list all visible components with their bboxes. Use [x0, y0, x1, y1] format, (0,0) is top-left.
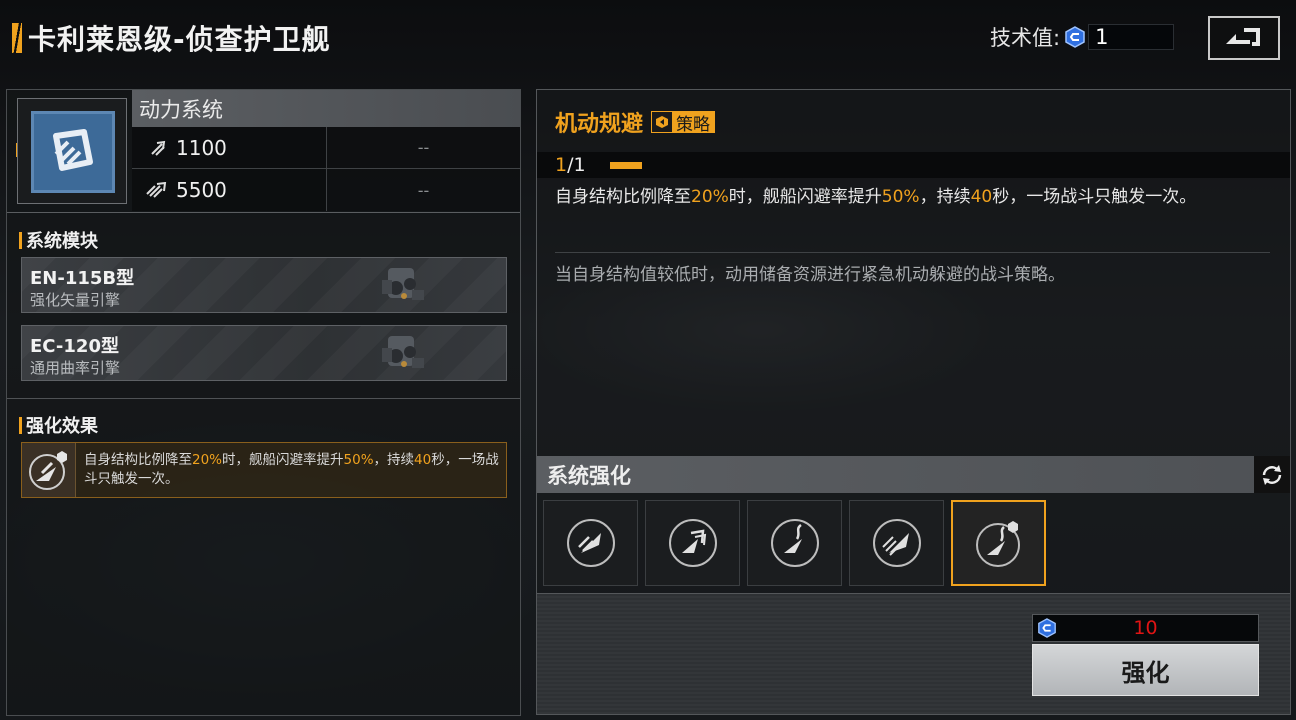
module-card[interactable]: EN-115B型 强化矢量引擎 — [21, 257, 507, 313]
stat-value: 5500 — [176, 178, 227, 202]
refresh-icon — [1262, 464, 1282, 485]
effect-card: 自身结构比例降至20%时，舰船闪避率提升50%，持续40秒，一场战斗只触发一次。 — [21, 442, 507, 498]
skill-panel: 机动规避 策略 1/1 自身结构比例降至20%时，舰船闪避率提升50%，持续40… — [536, 89, 1291, 715]
strategy-icon — [652, 112, 673, 132]
level-current: 1 — [555, 154, 568, 176]
skill-flavor-text: 当自身结构值较低时，动用储备资源进行紧急机动躲避的战斗策略。 — [555, 265, 1065, 285]
upgrade-area: 10 强化 — [537, 593, 1290, 714]
refresh-button[interactable] — [1254, 456, 1290, 493]
engine-module-art — [382, 336, 424, 368]
stat-row: 5500 -- — [132, 169, 520, 211]
skill-title: 机动规避 策略 — [555, 106, 716, 138]
page-header: 卡利莱恩级-侦查护卫舰 — [12, 20, 331, 56]
skill-description: 自身结构比例降至20%时，舰船闪避率提升50%，持续40秒，一场战斗只触发一次。 — [555, 187, 1197, 207]
system-panel: 动力系统 1100 -- 5500 -- 系统模块 EN-115B型 强化矢量引… — [6, 89, 521, 716]
tech-value-display: 技术值: 1 — [990, 22, 1175, 52]
cost-value: 10 — [1133, 617, 1158, 639]
level-progress-bar — [609, 161, 642, 169]
tech-value: 1 — [1088, 24, 1175, 50]
skill-name: 机动规避 — [555, 112, 644, 137]
engine-swerve-icon — [770, 519, 819, 567]
title-accent-mark — [12, 23, 22, 53]
stat-secondary: -- — [327, 169, 520, 211]
system-name: 动力系统 — [132, 90, 520, 127]
enhance-slot[interactable] — [543, 500, 638, 586]
strategy-badge: 策略 — [651, 111, 716, 135]
evade-effect-icon — [22, 443, 76, 497]
section-divider — [7, 398, 520, 399]
skill-level: 1/1 — [537, 152, 1290, 178]
modules-section-title: 系统模块 — [19, 227, 98, 253]
engine-dash-icon — [566, 519, 615, 567]
module-desc: 强化矢量引擎 — [30, 291, 121, 309]
system-icon-frame — [17, 98, 127, 204]
effect-description: 自身结构比例降至20%时，舰船闪避率提升50%，持续40秒，一场战斗只触发一次。 — [84, 452, 499, 487]
module-card[interactable]: EC-120型 通用曲率引擎 — [21, 325, 507, 381]
system-header: 动力系统 1100 -- 5500 -- — [7, 90, 520, 213]
engine-boost-icon — [668, 519, 717, 567]
module-name: EN-115B型 — [30, 268, 135, 289]
enhance-header: 系统强化 — [537, 456, 1290, 493]
engine-speed-icon — [872, 519, 921, 567]
enhance-slots — [543, 500, 1046, 586]
stat-row: 1100 -- — [132, 127, 520, 169]
tech-point-icon — [1038, 618, 1056, 638]
enhance-title: 系统强化 — [547, 463, 631, 488]
engine-module-art — [382, 268, 424, 300]
thrust-icon — [151, 140, 166, 156]
enhance-slot-selected[interactable] — [951, 500, 1046, 586]
upgrade-cost: 10 — [1032, 614, 1259, 642]
module-desc: 通用曲率引擎 — [30, 359, 121, 377]
power-system-icon — [31, 111, 115, 193]
return-icon — [1226, 28, 1260, 46]
enhance-slot[interactable] — [645, 500, 740, 586]
back-button[interactable] — [1208, 16, 1280, 60]
effect-section-title: 强化效果 — [19, 412, 98, 438]
level-max: /1 — [567, 154, 586, 176]
speed-icon — [146, 182, 167, 198]
module-name: EC-120型 — [30, 336, 119, 357]
engine-evade-icon — [975, 521, 1020, 567]
stat-secondary: -- — [327, 127, 520, 168]
tech-point-icon — [1065, 26, 1085, 48]
description-divider — [555, 252, 1270, 253]
enhance-slot[interactable] — [849, 500, 944, 586]
enhance-slot[interactable] — [747, 500, 842, 586]
tech-label: 技术值: — [990, 26, 1061, 50]
upgrade-button[interactable]: 强化 — [1032, 644, 1259, 696]
page-title: 卡利莱恩级-侦查护卫舰 — [28, 23, 331, 56]
stat-value: 1100 — [176, 135, 227, 160]
